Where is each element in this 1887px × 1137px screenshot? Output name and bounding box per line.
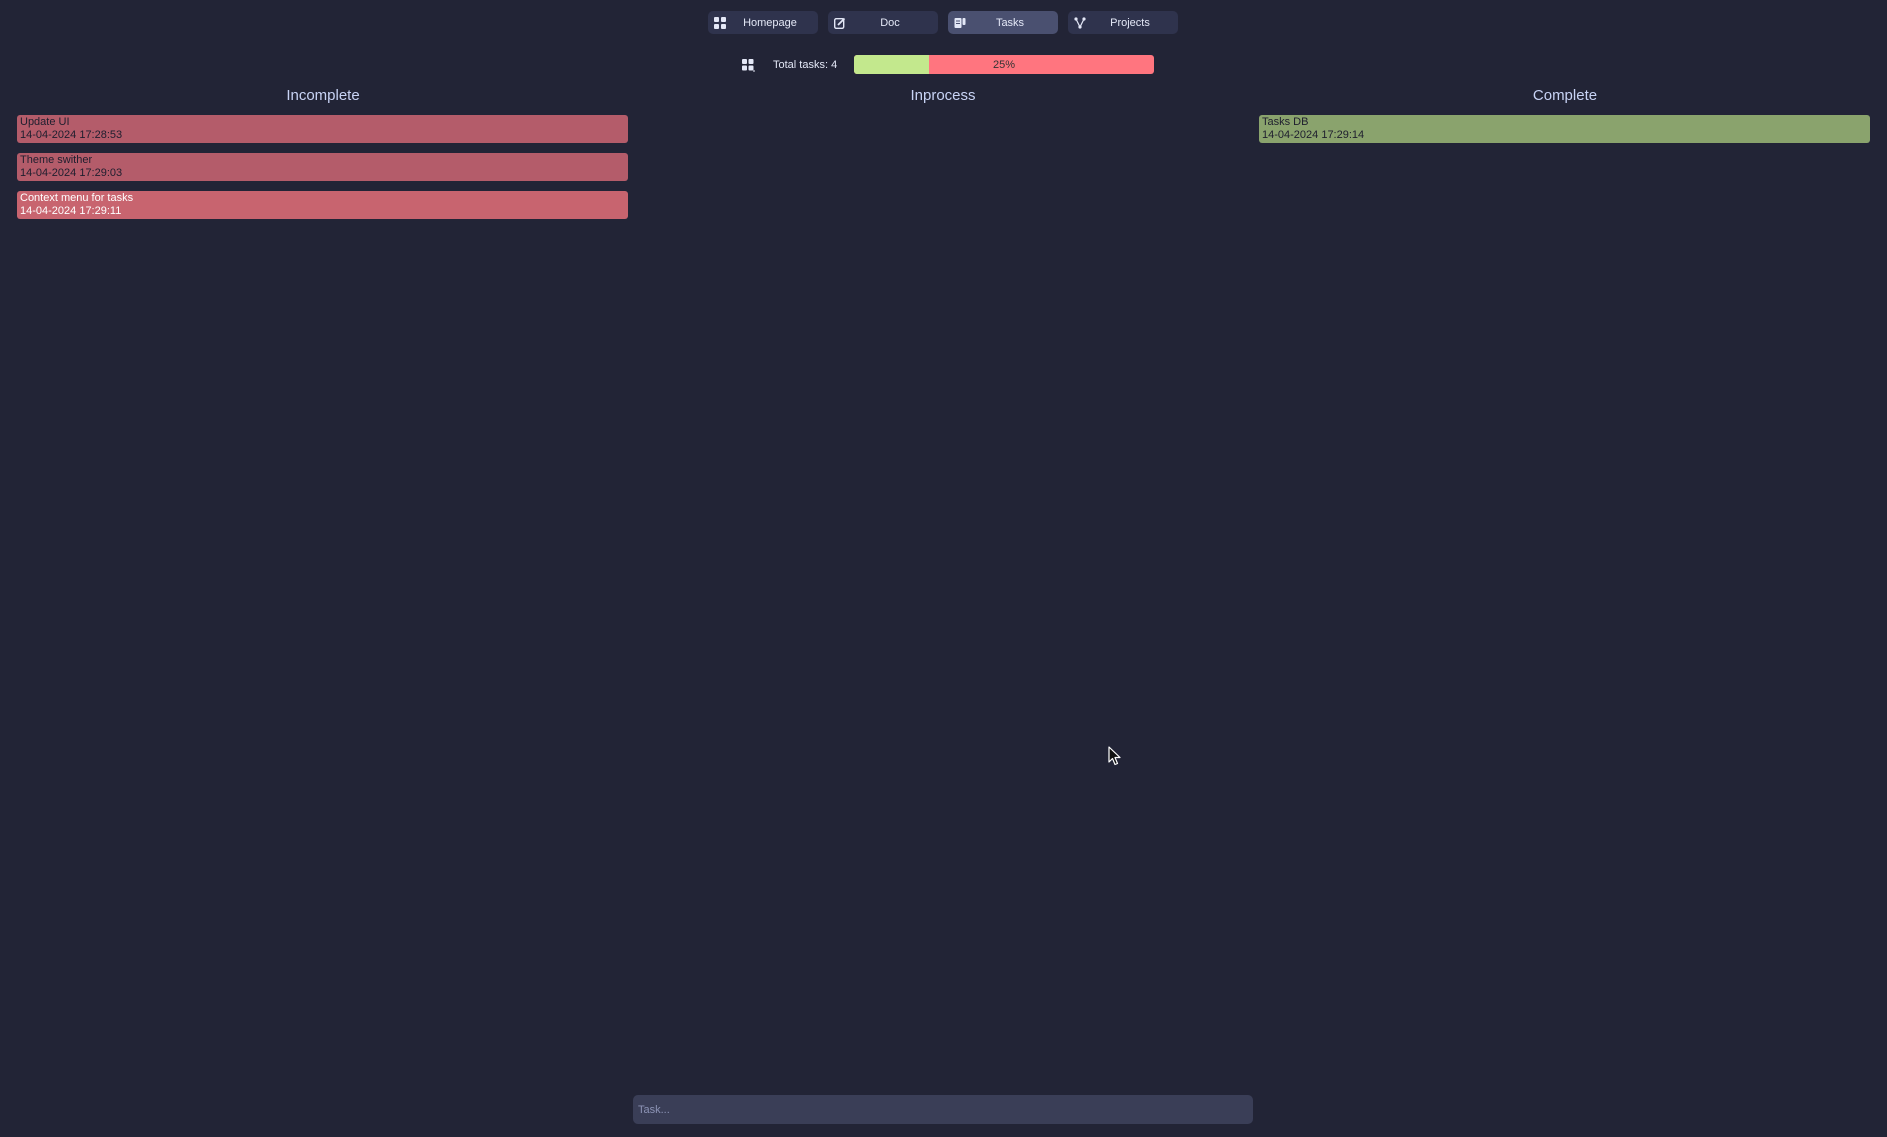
column-incomplete: Incomplete Update UI 14-04-2024 17:28:53… xyxy=(17,86,629,229)
task-list: Tasks DB 14-04-2024 17:29:14 xyxy=(1259,115,1871,143)
nav-projects-button[interactable]: Projects xyxy=(1068,11,1178,34)
task-card[interactable]: Theme swither 14-04-2024 17:29:03 xyxy=(17,153,628,181)
edit-icon xyxy=(833,16,846,29)
grid-icon[interactable] xyxy=(740,57,756,73)
top-nav: Homepage Doc Tasks Projects xyxy=(708,11,1178,34)
stats-bar: Total tasks: 4 25% xyxy=(740,55,1154,75)
task-name: Context menu for tasks xyxy=(20,192,134,204)
column-title: Incomplete xyxy=(286,87,360,104)
nav-doc-button[interactable]: Doc xyxy=(828,11,938,34)
tasks-page: Homepage Doc Tasks Projects Total tasks:… xyxy=(0,0,1887,1137)
nav-tasks-button[interactable]: Tasks xyxy=(948,11,1058,34)
total-tasks-label: Total tasks: 4 xyxy=(773,59,838,71)
task-name: Update UI xyxy=(20,116,70,128)
task-card[interactable]: Tasks DB 14-04-2024 17:29:14 xyxy=(1259,115,1870,143)
mouse-pointer-icon xyxy=(1108,746,1121,766)
progress-bar: 25% xyxy=(854,55,1154,74)
task-list: Update UI 14-04-2024 17:28:53 Theme swit… xyxy=(17,115,629,219)
column-inprocess: Inprocess xyxy=(637,86,1249,115)
task-name: Tasks DB xyxy=(1262,116,1309,128)
task-date: 14-04-2024 17:28:53 xyxy=(20,129,123,141)
task-date: 14-04-2024 17:29:03 xyxy=(20,167,123,179)
task-card[interactable]: Context menu for tasks 14-04-2024 17:29:… xyxy=(17,191,628,219)
column-title: Inprocess xyxy=(910,87,976,104)
task-input[interactable] xyxy=(633,1095,1253,1124)
task-date: 14-04-2024 17:29:14 xyxy=(1262,129,1365,141)
task-date: 14-04-2024 17:29:11 xyxy=(20,205,122,217)
task-name: Theme swither xyxy=(20,154,93,166)
nav-homepage-button[interactable]: Homepage xyxy=(708,11,818,34)
column-complete: Complete Tasks DB 14-04-2024 17:29:14 xyxy=(1259,86,1871,153)
task-card[interactable]: Update UI 14-04-2024 17:28:53 xyxy=(17,115,628,143)
graph-icon xyxy=(1073,16,1086,29)
progress-percent: 25% xyxy=(992,58,1016,71)
grid-icon xyxy=(713,16,726,29)
column-title: Complete xyxy=(1532,87,1598,104)
tasks-icon xyxy=(953,16,966,29)
